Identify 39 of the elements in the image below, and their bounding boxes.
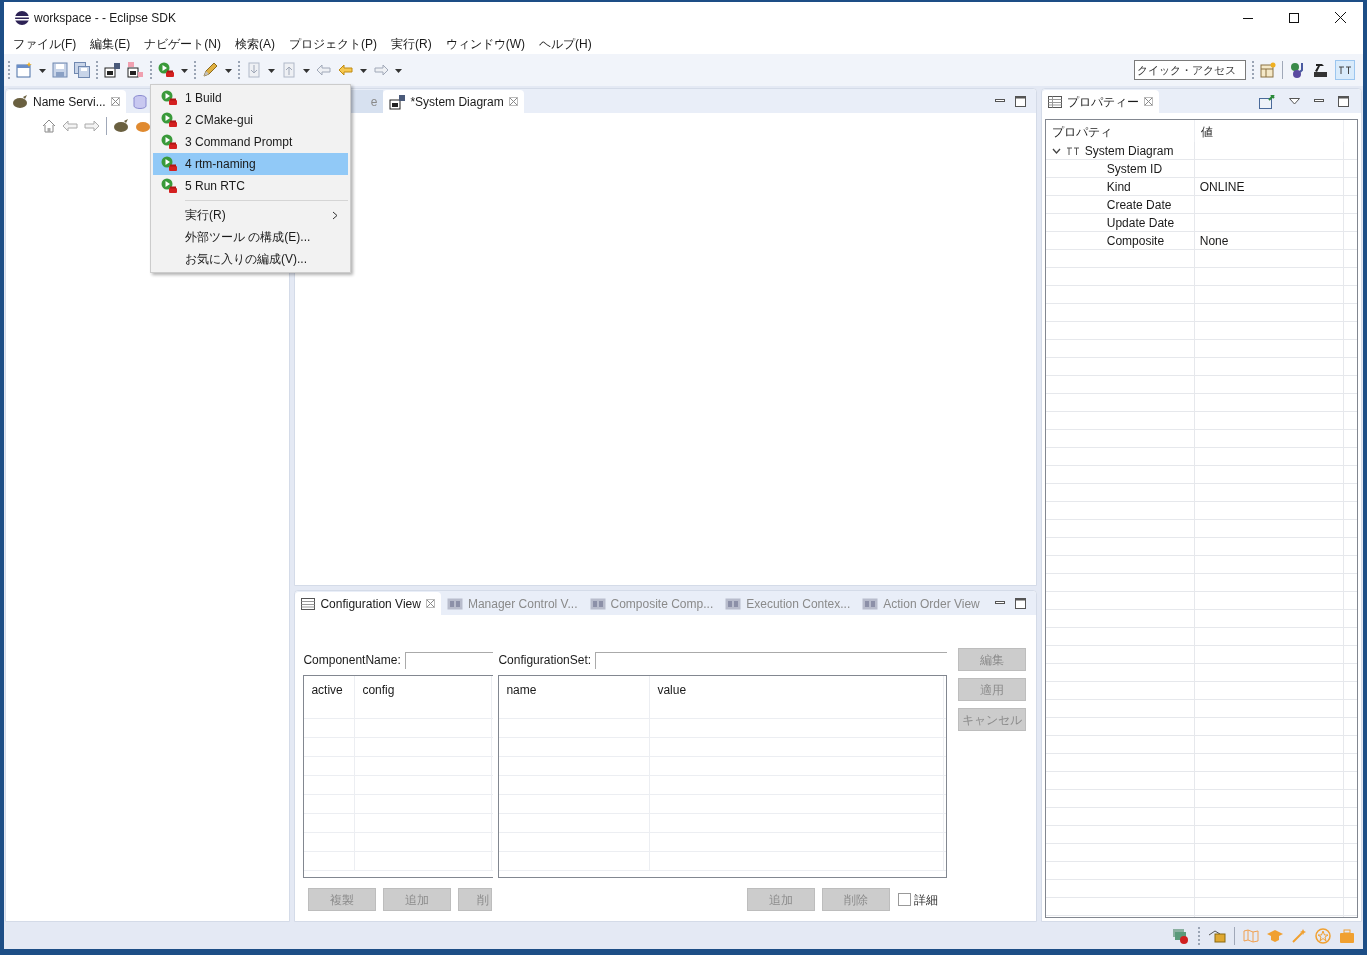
view-tab[interactable]: Configuration View [295,592,441,615]
view-tab[interactable]: Name Servi... [6,90,126,113]
property-value: None [1199,232,1229,250]
window-title: workspace - - Eclipse SDK [34,9,177,27]
column-header[interactable]: プロパティ [1045,120,1195,142]
menu-item[interactable]: プロジェクト(P) [282,34,384,53]
checkbox-label: 詳細 [914,891,939,909]
menu-item[interactable]: 3 Command Prompt [153,131,348,153]
quick-access-field[interactable]: クイック・アクセス [1134,60,1246,80]
column-header[interactable]: name [499,676,651,718]
menu-item[interactable]: ウィンドウ(W) [438,34,532,53]
menu-item[interactable]: 2 CMake-gui [153,109,348,131]
column-header[interactable]: active [304,676,356,718]
field-label: ConfigurationSet: [498,652,592,669]
menu-item[interactable]: 編集(E) [83,34,138,53]
property-name: Update Date [1106,214,1175,232]
column-header[interactable]: value [650,676,945,718]
menu-item[interactable]: お気に入りの編成(V)... [153,248,348,270]
menu-item[interactable]: 検索(A) [228,34,282,53]
view-tab[interactable]: *System Diagram [383,90,524,113]
tree-label[interactable]: System Diagram [1084,141,1174,160]
field-label: ComponentName: [303,652,401,669]
menu-item[interactable]: 1 Build [153,87,348,109]
view-tab[interactable]: プロパティー [1041,90,1159,113]
property-name: System ID [1106,160,1163,178]
column-header[interactable]: 値 [1194,120,1344,142]
property-name: Composite [1106,232,1165,250]
menu-item[interactable]: 5 Run RTC [153,175,348,197]
menu-item[interactable]: ナビゲート(N) [137,34,228,53]
menu-item[interactable]: ヘルプ(H) [532,34,599,53]
menu-item[interactable]: ファイル(F) [6,34,84,53]
property-name: Create Date [1106,196,1172,214]
column-header[interactable]: config [355,676,493,718]
property-name: Kind [1106,178,1131,196]
menu-item[interactable]: 実行(R) [153,204,348,226]
menu-item[interactable]: 4 rtm-naming [153,153,348,175]
menu-item[interactable]: 外部ツール の構成(E)... [153,226,348,248]
property-value: ONLINE [1199,178,1245,196]
menu-item[interactable]: 実行(R) [384,34,439,53]
